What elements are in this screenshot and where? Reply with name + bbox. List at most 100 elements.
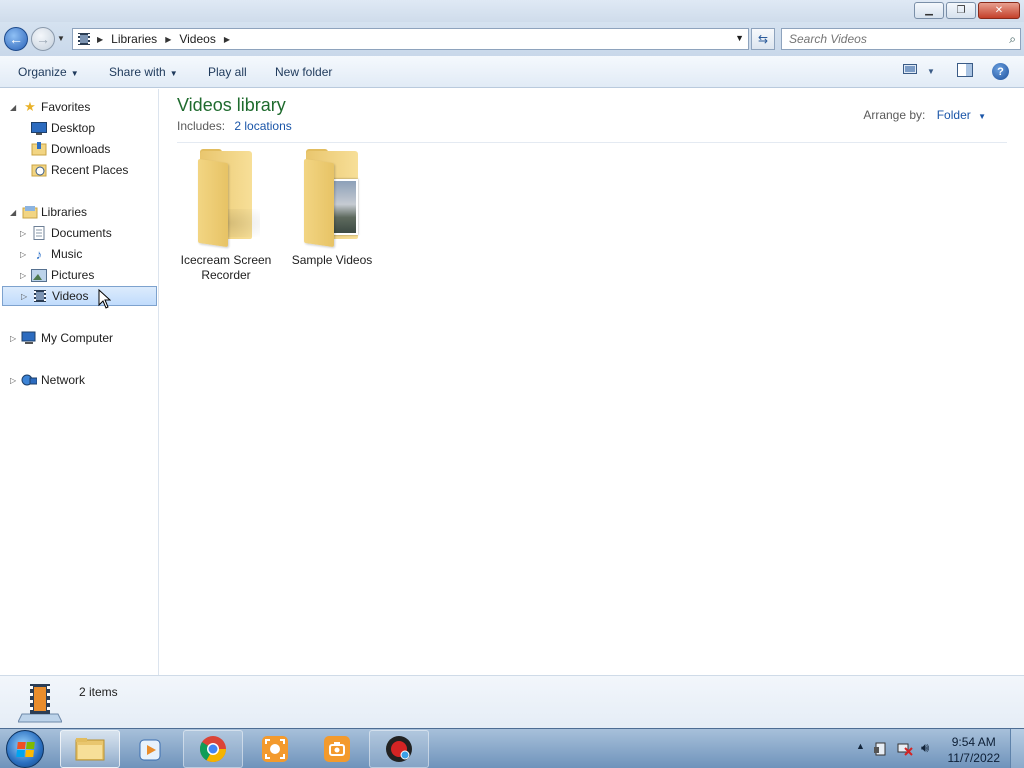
recent-pages-dropdown[interactable]: ▼: [57, 34, 65, 43]
nav-pictures[interactable]: ▷ Pictures: [0, 265, 158, 285]
collapsed-arrow-icon[interactable]: ▷: [20, 271, 26, 280]
folder-item[interactable]: Sample Videos: [282, 149, 382, 268]
expanded-arrow-icon[interactable]: ◢: [10, 208, 16, 217]
library-includes: Includes: 2 locations: [177, 119, 292, 133]
mouse-cursor-icon: [98, 289, 111, 309]
command-bar: Organize ▼ Share with ▼ Play all New folde…: [0, 56, 1024, 88]
item-count: 2 items: [79, 685, 118, 699]
folder-label: Sample Videos: [291, 253, 373, 267]
address-bar[interactable]: ▶ Libraries ▶ Videos ▶ ▼: [72, 28, 749, 50]
collapsed-arrow-icon[interactable]: ▷: [10, 376, 16, 385]
close-button[interactable]: ✕: [978, 2, 1020, 19]
documents-icon: [31, 226, 47, 240]
breadcrumb-videos[interactable]: Videos: [179, 32, 215, 46]
nav-documents[interactable]: ▷ Documents: [0, 223, 158, 243]
videos-library-icon: [78, 33, 90, 45]
pictures-icon: [31, 268, 47, 282]
icecream-recorder-icon: [262, 736, 288, 762]
collapsed-arrow-icon[interactable]: ▷: [10, 334, 16, 343]
windows-logo-icon: [15, 741, 35, 757]
navigation-pane: ◢ ★ Favorites Desktop Downloads Recent P…: [0, 89, 159, 675]
maximize-button[interactable]: ❐: [946, 2, 976, 19]
view-icon: [903, 64, 917, 74]
back-button[interactable]: ←: [4, 27, 28, 51]
breadcrumb-separator-icon[interactable]: ▶: [224, 35, 230, 44]
organize-button[interactable]: Organize ▼: [18, 65, 79, 79]
search-box[interactable]: ⌕: [781, 28, 1021, 50]
action-center-icon[interactable]: [874, 742, 888, 756]
network-disconnected-icon[interactable]: [897, 742, 913, 756]
nav-label: Libraries: [41, 205, 88, 219]
show-hidden-icons-icon[interactable]: ▲: [856, 741, 865, 751]
taskbar-screenshot-tool[interactable]: [307, 730, 367, 768]
search-input[interactable]: [782, 29, 992, 49]
nav-label: My Computer: [41, 331, 114, 345]
includes-label: Includes:: [177, 119, 226, 133]
nav-label: Videos: [52, 289, 89, 303]
nav-libraries[interactable]: ◢ Libraries: [0, 202, 158, 222]
new-folder-button[interactable]: New folder: [275, 65, 332, 79]
taskbar-media-player[interactable]: [121, 730, 181, 768]
content-area: Videos library Includes: 2 locations Arr…: [160, 89, 1024, 675]
breadcrumb-separator-icon[interactable]: ▶: [97, 35, 103, 44]
expanded-arrow-icon[interactable]: ◢: [10, 103, 16, 112]
folder-item[interactable]: Icecream Screen Recorder: [176, 149, 276, 283]
address-dropdown-icon[interactable]: ▼: [735, 33, 744, 43]
desktop-icon: [31, 121, 47, 135]
share-with-button[interactable]: Share with ▼: [109, 65, 178, 79]
title-bar: ▁ ❐ ✕: [0, 0, 1024, 22]
taskbar-windows-explorer[interactable]: [60, 730, 120, 768]
minimize-button[interactable]: ▁: [914, 2, 944, 19]
nav-favorites[interactable]: ◢ ★ Favorites: [0, 97, 158, 117]
nav-downloads[interactable]: Downloads: [0, 139, 158, 159]
network-icon: [21, 373, 37, 387]
camera-icon: [324, 736, 350, 762]
close-icon: ✕: [994, 5, 1004, 16]
show-desktop-button[interactable]: [1010, 729, 1024, 768]
collapsed-arrow-icon[interactable]: ▷: [20, 250, 26, 259]
taskbar: ▲ 🔊︎ 9:54 AM 11/7/2022: [0, 728, 1024, 768]
address-row: ← → ▼ ▶ Libraries ▶ Videos ▶ ▼ ⇆ ⌕: [0, 22, 1024, 56]
volume-icon[interactable]: 🔊︎: [921, 740, 929, 756]
nav-label: Network: [41, 373, 86, 387]
breadcrumb-libraries[interactable]: Libraries: [111, 32, 157, 46]
folder-label: Icecream Screen Recorder: [180, 253, 272, 282]
change-view-button[interactable]: [903, 63, 917, 78]
refresh-button[interactable]: ⇆: [751, 28, 775, 50]
search-icon[interactable]: ⌕: [1009, 32, 1016, 47]
nav-desktop[interactable]: Desktop: [0, 118, 158, 138]
collapsed-arrow-icon[interactable]: ▷: [21, 292, 27, 301]
play-all-button[interactable]: Play all: [208, 65, 247, 79]
folder-icon: [186, 149, 266, 249]
arrange-by-dropdown[interactable]: Folder: [937, 108, 971, 122]
arrange-by-label: Arrange by:: [863, 108, 926, 122]
taskbar-screen-recorder[interactable]: [369, 730, 429, 768]
breadcrumb-separator-icon[interactable]: ▶: [165, 35, 171, 44]
refresh-icon: ⇆: [757, 32, 769, 46]
nav-recent-places[interactable]: Recent Places: [0, 160, 158, 180]
share-with-label: Share with: [109, 65, 166, 79]
nav-videos[interactable]: ▷ Videos: [2, 286, 157, 309]
nav-network[interactable]: ▷ Network: [0, 370, 158, 390]
chevron-down-icon: ▼: [169, 69, 178, 78]
preview-pane-icon: [957, 63, 973, 77]
back-arrow-icon: ←: [9, 31, 23, 47]
chevron-down-icon[interactable]: ▼: [978, 112, 986, 121]
computer-icon: [21, 331, 37, 345]
preview-pane-button[interactable]: [957, 63, 973, 80]
favorites-star-icon: ★: [24, 99, 36, 114]
forward-button[interactable]: →: [31, 27, 55, 51]
start-button[interactable]: [6, 730, 44, 768]
nav-my-computer[interactable]: ▷ My Computer: [0, 328, 158, 348]
taskbar-icecream-recorder[interactable]: [245, 730, 305, 768]
taskbar-chrome[interactable]: [183, 730, 243, 768]
videos-film-icon: [32, 289, 48, 303]
more-views-dropdown[interactable]: ▼: [927, 67, 935, 76]
locations-link[interactable]: 2 locations: [234, 119, 291, 133]
nav-label: Pictures: [51, 268, 95, 282]
system-clock[interactable]: 9:54 AM 11/7/2022: [948, 734, 1001, 766]
collapsed-arrow-icon[interactable]: ▷: [20, 229, 26, 238]
nav-music[interactable]: ▷ ♪ Music: [0, 244, 158, 264]
help-button[interactable]: ?: [992, 63, 1009, 80]
minimize-icon: ▁: [925, 5, 933, 16]
